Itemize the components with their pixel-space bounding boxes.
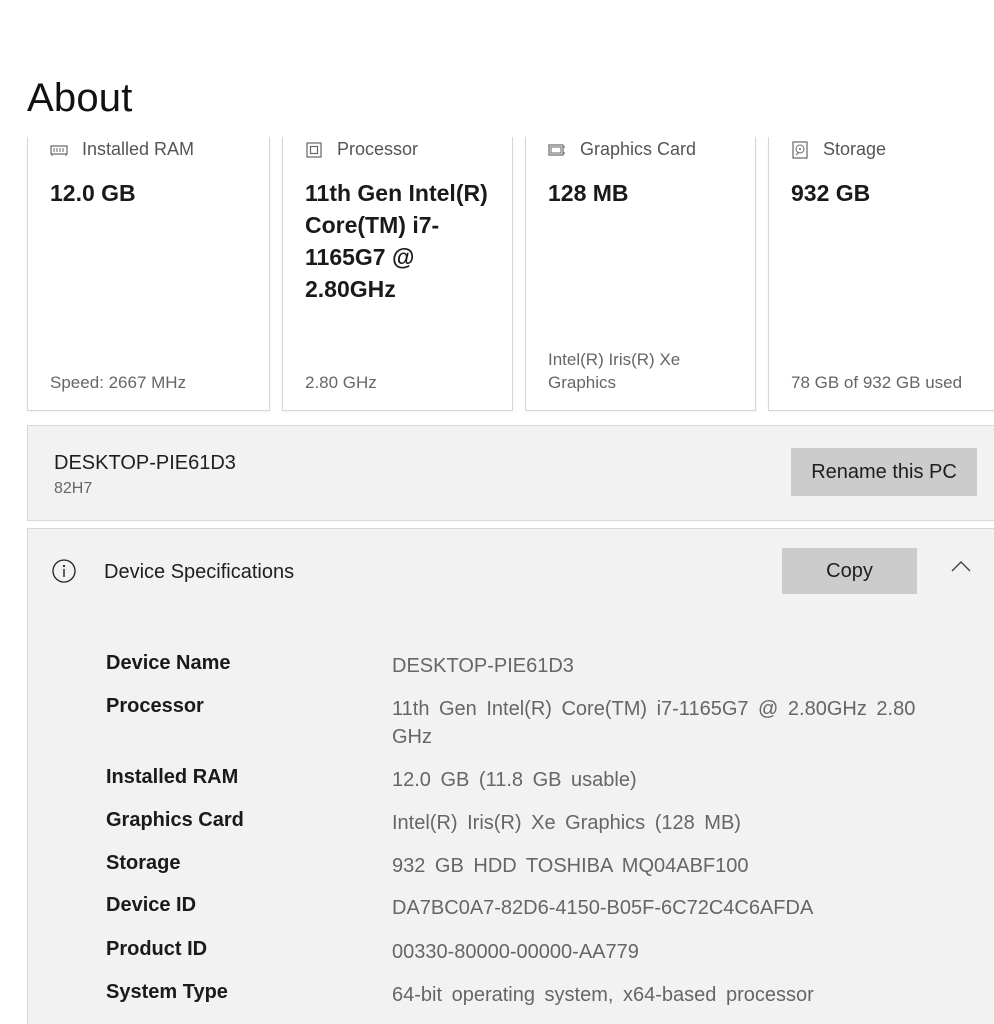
spec-value: DESKTOP-PIE61D3 [392,655,574,677]
storage-card-foot: 78 GB of 932 GB used [791,373,963,392]
device-specifications-list: Device Name DESKTOP-PIE61D3 Processor 11… [27,614,994,1024]
storage-card-label: Storage [823,139,887,159]
ram-card-label: Installed RAM [82,139,195,159]
rename-pc-button[interactable]: Rename this PC [791,448,977,496]
processor-icon [305,141,323,159]
spec-label: Storage [106,852,181,874]
processor-card-value: 11th Gen Intel(R) Core(TM) i7-1165G7 @ 2… [305,180,488,302]
device-name-bar: DESKTOP-PIE61D3 82H7 Rename this PC [27,425,994,521]
chevron-up-icon[interactable] [950,559,972,573]
spec-value: 11th Gen Intel(R) Core(TM) i7-1165G7 @ 2… [392,698,916,748]
spec-value: 12.0 GB (11.8 GB usable) [392,769,637,791]
ram-icon [50,141,68,159]
ram-card-foot: Speed: 2667 MHz [50,373,187,392]
storage-card-header: Storage [791,139,886,160]
spec-label: Graphics Card [106,809,244,831]
spec-label: Product ID [106,938,208,960]
processor-card-header: Processor [305,139,418,160]
spec-label: Device ID [106,894,197,916]
device-name: DESKTOP-PIE61D3 [54,452,236,474]
graphics-card-label: Graphics Card [580,139,697,159]
spec-label: System Type [106,981,228,1003]
copy-button[interactable]: Copy [782,548,917,594]
graphics-card: Graphics Card 128 MB Intel(R) Iris(R) Xe… [525,137,756,411]
spec-label: Processor [106,695,204,717]
spec-label: Device Name [106,652,231,674]
processor-card-foot: 2.80 GHz [305,373,377,392]
page-title: About [27,76,133,120]
graphics-card-value: 128 MB [548,180,629,206]
graphics-card-header: Graphics Card [548,139,696,160]
ram-card-value: 12.0 GB [50,180,136,206]
device-specifications-header[interactable]: Device Specifications Copy [27,528,994,615]
info-icon [52,559,76,583]
ram-card: Installed RAM 12.0 GB Speed: 2667 MHz [27,137,270,411]
storage-card-value: 932 GB [791,180,871,206]
spec-value: 00330-80000-00000-AA779 [392,941,639,963]
spec-value: 64-bit operating system, x64-based proce… [392,984,814,1006]
processor-card-label: Processor [337,139,419,159]
spec-value: Intel(R) Iris(R) Xe Graphics (128 MB) [392,812,741,834]
graphics-card-foot: Intel(R) Iris(R) Xe Graphics [548,350,681,392]
graphics-card-icon [548,141,566,159]
spec-value: DA7BC0A7-82D6-4150-B05F-6C72C4C6AFDA [392,897,814,919]
ram-card-header: Installed RAM [50,139,194,160]
storage-icon [791,140,809,159]
processor-card: Processor 11th Gen Intel(R) Core(TM) i7-… [282,137,513,411]
device-model: 82H7 [54,480,93,497]
storage-card: Storage 932 GB 78 GB of 932 GB used [768,137,994,411]
spec-value: 932 GB HDD TOSHIBA MQ04ABF100 [392,855,749,877]
spec-label: Installed RAM [106,766,239,788]
device-specifications-title: Device Specifications [104,561,295,583]
